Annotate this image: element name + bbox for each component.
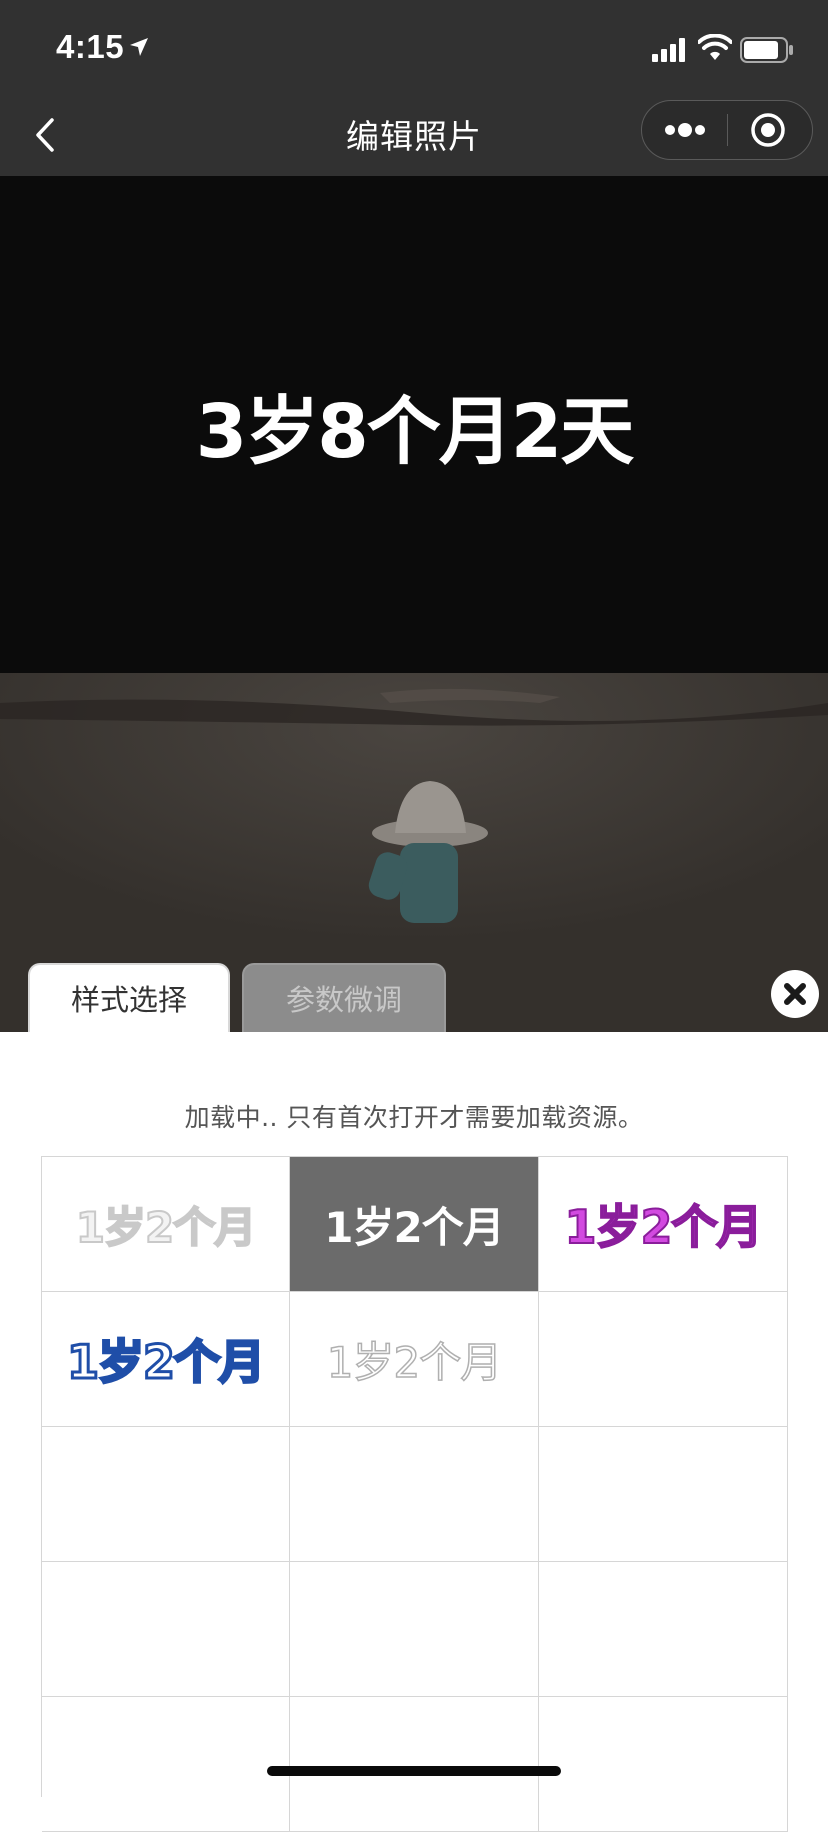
style-option-empty[interactable] bbox=[42, 1427, 290, 1562]
location-arrow-icon bbox=[128, 36, 150, 62]
status-time: 4:15 bbox=[56, 28, 125, 65]
style-option[interactable]: 1岁2个月 bbox=[42, 1157, 290, 1292]
style-option-empty[interactable] bbox=[539, 1562, 788, 1697]
style-option-empty[interactable] bbox=[42, 1697, 290, 1832]
more-button[interactable] bbox=[642, 101, 728, 159]
close-panel-button[interactable] bbox=[771, 970, 819, 1018]
style-option-empty[interactable] bbox=[539, 1427, 788, 1562]
tab-style-select[interactable]: 样式选择 bbox=[28, 963, 230, 1033]
style-option-empty[interactable] bbox=[290, 1562, 539, 1697]
style-grid: 1岁2个月 1岁2个月 1岁2个月 1岁2个月 1岁2个月 bbox=[41, 1156, 788, 1832]
style-option[interactable]: 1岁2个月 bbox=[290, 1292, 539, 1427]
photo-canvas[interactable]: 3岁8个月2天 bbox=[0, 176, 828, 1032]
style-panel: 加载中.. 只有首次打开才需要加载资源。 1岁2个月 1岁2个月 1岁2个月 1… bbox=[0, 1032, 828, 1832]
home-indicator[interactable] bbox=[267, 1766, 561, 1776]
style-option-empty[interactable] bbox=[539, 1292, 788, 1427]
style-option-empty[interactable] bbox=[539, 1697, 788, 1832]
style-option[interactable]: 1岁2个月 bbox=[539, 1157, 788, 1292]
tab-param-adjust[interactable]: 参数微调 bbox=[242, 963, 446, 1033]
style-option-empty[interactable] bbox=[290, 1427, 539, 1562]
style-option[interactable]: 1岁2个月 bbox=[42, 1292, 290, 1427]
nav-bar: 编辑照片 bbox=[0, 100, 828, 176]
wifi-icon bbox=[697, 33, 733, 66]
loading-text: 加载中.. 只有首次打开才需要加载资源。 bbox=[184, 1103, 644, 1132]
style-option-empty[interactable] bbox=[42, 1562, 290, 1697]
style-option-empty[interactable] bbox=[290, 1697, 539, 1832]
style-option-selected[interactable]: 1岁2个月 bbox=[290, 1157, 539, 1292]
close-x-icon bbox=[784, 983, 806, 1005]
close-miniprogram-button[interactable] bbox=[728, 101, 812, 159]
status-bar: 4:15 bbox=[0, 0, 828, 100]
battery-icon bbox=[740, 37, 796, 67]
more-dots-icon bbox=[665, 123, 705, 137]
photo-overlay-text[interactable]: 3岁8个月2天 bbox=[0, 372, 828, 479]
menu-capsule bbox=[641, 100, 813, 160]
target-circle-icon bbox=[751, 113, 785, 147]
signal-icon bbox=[652, 38, 688, 66]
